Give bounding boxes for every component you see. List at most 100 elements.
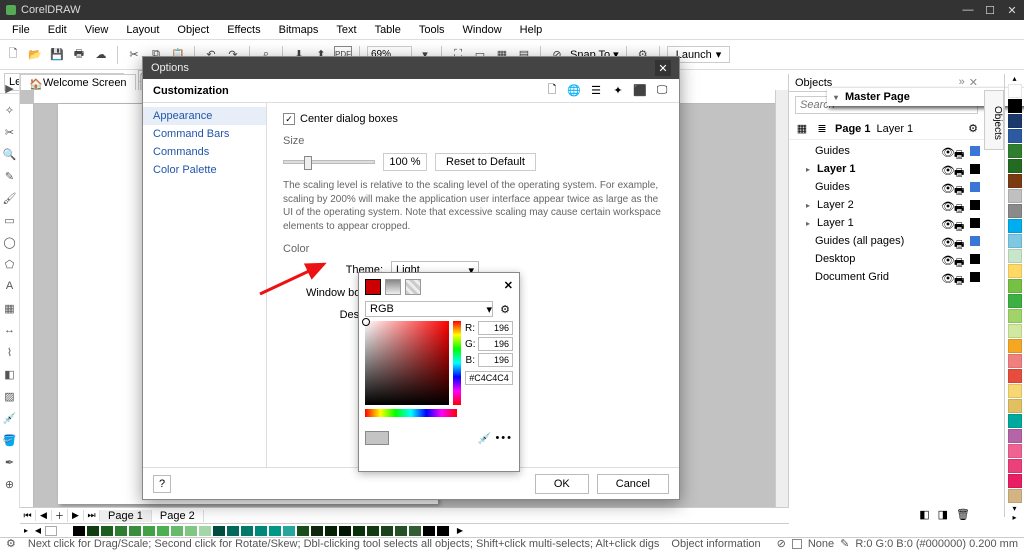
menu-effects[interactable]: Effects: [219, 22, 268, 38]
new-doc-icon[interactable]: 🗋: [4, 46, 22, 64]
maximize-button[interactable]: ☐: [984, 4, 996, 17]
docpal-swatch[interactable]: [101, 526, 113, 536]
b-input[interactable]: 196: [478, 353, 513, 367]
no-color-swatch[interactable]: [45, 526, 57, 536]
cat-global-icon[interactable]: 🌐: [567, 84, 581, 98]
reset-default-button[interactable]: Reset to Default: [435, 153, 536, 171]
docpal-swatch[interactable]: [409, 526, 421, 536]
cat-workspace-icon[interactable]: ☰: [589, 84, 603, 98]
nav-last-icon[interactable]: ⏭: [84, 510, 100, 521]
picker-tab-mixer[interactable]: [385, 279, 401, 295]
cat-document-icon[interactable]: 🗋: [545, 84, 559, 98]
ok-button[interactable]: OK: [535, 474, 589, 494]
docpal-swatch[interactable]: [87, 526, 99, 536]
dialog-close-icon[interactable]: ✕: [655, 60, 671, 76]
vertical-scrollbar[interactable]: [775, 90, 789, 509]
save-icon[interactable]: 💾: [48, 46, 66, 64]
print-icon[interactable]: 🖶: [70, 46, 88, 64]
fill-swatch[interactable]: [792, 539, 802, 549]
g-input[interactable]: 196: [478, 337, 513, 351]
scale-percent-input[interactable]: 100 %: [383, 153, 427, 171]
connector-tool-icon[interactable]: ⌇: [2, 344, 18, 360]
docpal-swatch[interactable]: [311, 526, 323, 536]
palette-swatch[interactable]: [1008, 489, 1022, 503]
docpal-swatch[interactable]: [171, 526, 183, 536]
cancel-button[interactable]: Cancel: [597, 474, 669, 494]
menu-layout[interactable]: Layout: [118, 22, 167, 38]
polygon-tool-icon[interactable]: ⬠: [2, 256, 18, 272]
drop-shadow-icon[interactable]: ◧: [2, 366, 18, 382]
docpal-swatch[interactable]: [59, 526, 71, 536]
docpal-swatch[interactable]: [339, 526, 351, 536]
dimension-tool-icon[interactable]: ↔: [2, 322, 18, 338]
eyedropper-icon[interactable]: 💉: [477, 432, 489, 444]
ellipse-tool-icon[interactable]: ◯: [2, 234, 18, 250]
pick-tool-icon[interactable]: ▶: [2, 80, 18, 96]
docpal-right-icon[interactable]: ▶: [454, 526, 466, 535]
pages-view-icon[interactable]: ▦: [795, 122, 809, 136]
crop-tool-icon[interactable]: ✂: [2, 124, 18, 140]
shape-tool-icon[interactable]: ✧: [2, 102, 18, 118]
open-icon[interactable]: 📂: [26, 46, 44, 64]
node-guides-all[interactable]: Guides (all pages)👁🖶: [789, 232, 984, 250]
palette-down-icon[interactable]: ▾: [1012, 504, 1016, 513]
palette-swatch[interactable]: [1008, 249, 1022, 263]
cat-display-icon[interactable]: 🖵: [655, 84, 669, 98]
palette-swatch[interactable]: [1008, 354, 1022, 368]
docpal-swatch[interactable]: [297, 526, 309, 536]
hue-slider[interactable]: [453, 321, 461, 405]
menu-object[interactable]: Object: [169, 22, 217, 38]
menu-file[interactable]: File: [4, 22, 38, 38]
nav-prev-icon[interactable]: ◀: [36, 510, 52, 521]
dialog-title-bar[interactable]: Options ✕: [143, 57, 679, 79]
docpal-swatch[interactable]: [269, 526, 281, 536]
menu-window[interactable]: Window: [455, 22, 510, 38]
docpal-menu-icon[interactable]: ▸: [20, 526, 32, 535]
more-options-icon[interactable]: •••: [495, 432, 513, 444]
palette-swatch[interactable]: [1008, 114, 1022, 128]
docpal-swatch[interactable]: [213, 526, 225, 536]
menu-text[interactable]: Text: [328, 22, 364, 38]
outline-tool-icon[interactable]: ✒: [2, 454, 18, 470]
docpal-swatch[interactable]: [185, 526, 197, 536]
docpal-swatch[interactable]: [241, 526, 253, 536]
palette-swatch[interactable]: [1008, 219, 1022, 233]
picker-settings-icon[interactable]: ⚙: [497, 301, 513, 317]
hex-input[interactable]: #C4C4C4: [465, 371, 513, 385]
cat-tool-icon[interactable]: ✦: [611, 84, 625, 98]
table-tool-icon[interactable]: ▦: [2, 300, 18, 316]
outline-pen-icon[interactable]: ✎: [840, 537, 849, 550]
cut-icon[interactable]: ✂: [125, 46, 143, 64]
fill-none-icon[interactable]: ⊘: [777, 537, 786, 550]
palette-swatch[interactable]: [1008, 99, 1022, 113]
help-button[interactable]: ?: [153, 475, 171, 493]
docpal-swatch[interactable]: [199, 526, 211, 536]
node-guides1[interactable]: Guides👁🖶: [789, 142, 984, 160]
palette-swatch[interactable]: [1008, 429, 1022, 443]
palette-swatch[interactable]: [1008, 84, 1022, 98]
docpal-swatch[interactable]: [157, 526, 169, 536]
page-tab-2[interactable]: Page 2: [152, 510, 204, 522]
menu-tools[interactable]: Tools: [411, 22, 453, 38]
r-input[interactable]: 196: [478, 321, 513, 335]
palette-swatch[interactable]: [1008, 384, 1022, 398]
palette-swatch[interactable]: [1008, 279, 1022, 293]
ruler-vertical[interactable]: [20, 104, 34, 509]
tab-welcome[interactable]: 🏠Welcome Screen: [20, 74, 136, 91]
docpal-swatch[interactable]: [381, 526, 393, 536]
palette-swatch[interactable]: [1008, 459, 1022, 473]
zoom-tool-icon[interactable]: 🔍: [2, 146, 18, 162]
palette-swatch[interactable]: [1008, 339, 1022, 353]
rectangle-tool-icon[interactable]: ▭: [2, 212, 18, 228]
sidebar-commands[interactable]: Commands: [143, 143, 266, 161]
palette-swatch[interactable]: [1008, 159, 1022, 173]
picker-tab-palette[interactable]: [405, 279, 421, 295]
nav-add-icon[interactable]: ＋: [52, 509, 68, 522]
menu-view[interactable]: View: [77, 22, 117, 38]
node-layer1b[interactable]: ▸Layer 1👁🖶: [789, 214, 984, 232]
color-model-select[interactable]: RGB▾: [365, 301, 493, 317]
delete-layer-icon[interactable]: 🗑: [956, 508, 970, 521]
picker-close-icon[interactable]: ✕: [504, 279, 513, 295]
docpal-swatch[interactable]: [115, 526, 127, 536]
new-layer-icon[interactable]: ◧: [919, 508, 929, 521]
